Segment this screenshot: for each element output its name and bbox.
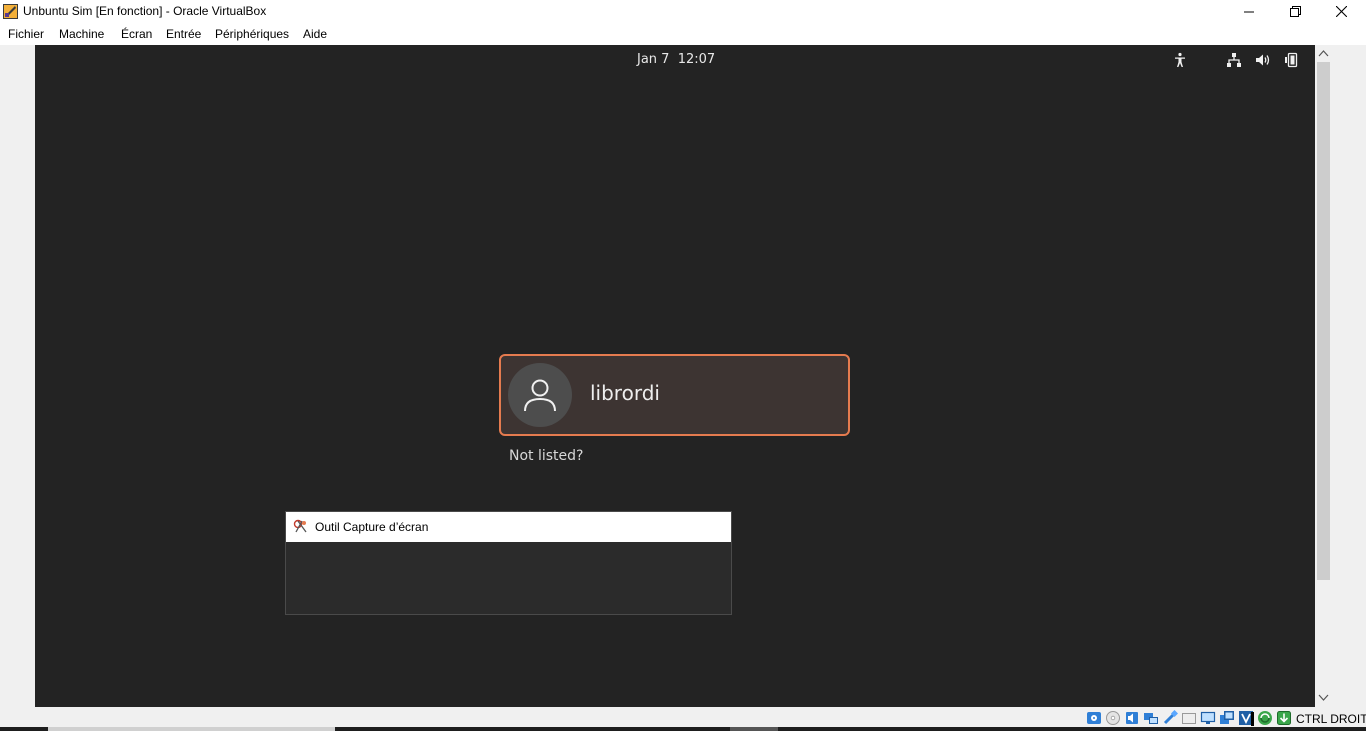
clock-time: 12:07 xyxy=(677,52,716,67)
network-icon[interactable] xyxy=(1226,52,1242,68)
scissors-icon xyxy=(293,519,310,535)
cpu-icon[interactable] xyxy=(1276,710,1292,726)
network-adapter-icon[interactable] xyxy=(1143,710,1159,726)
minimize-icon xyxy=(1244,11,1254,12)
scroll-down-icon[interactable] xyxy=(1318,692,1329,703)
virtualbox-icon xyxy=(3,4,18,19)
mouse-integration-icon[interactable] xyxy=(1257,710,1273,726)
accessibility-icon[interactable] xyxy=(1172,52,1188,68)
user-login-card[interactable]: librordi xyxy=(499,354,850,436)
close-icon xyxy=(1335,6,1347,17)
menu-aide[interactable]: Aide xyxy=(303,27,327,41)
window-title: Unbuntu Sim [En fonction] - Oracle Virtu… xyxy=(23,4,267,18)
host-key-label[interactable]: CTRL DROITE xyxy=(1296,712,1366,726)
vertical-scrollbar[interactable] xyxy=(1315,45,1332,707)
shared-folders-icon[interactable] xyxy=(1181,710,1197,726)
clock[interactable]: Jan 7 12:07 xyxy=(637,52,715,67)
minimize-button[interactable] xyxy=(1226,0,1272,23)
menu-machine[interactable]: Machine xyxy=(59,27,104,41)
scroll-up-icon[interactable] xyxy=(1318,48,1329,59)
avatar xyxy=(508,363,572,427)
virtualbox-window: Unbuntu Sim [En fonction] - Oracle Virtu… xyxy=(0,0,1366,731)
menu-bar: Fichier Machine Écran Entrée Périphériqu… xyxy=(0,23,1366,45)
not-listed-link[interactable]: Not listed? xyxy=(509,448,583,464)
close-button[interactable] xyxy=(1318,0,1364,23)
taskbar-edge-highlight xyxy=(730,727,778,731)
menu-ecran[interactable]: Écran xyxy=(121,27,152,41)
scrollbar-thumb[interactable] xyxy=(1317,62,1330,580)
optical-drive-icon[interactable] xyxy=(1105,710,1121,726)
restore-button[interactable] xyxy=(1272,0,1318,23)
snipping-tool-title: Outil Capture d’écran xyxy=(315,520,429,534)
volume-icon[interactable] xyxy=(1255,52,1271,68)
guest-screen[interactable]: Jan 7 12:07 librordi Not listed? Outil C… xyxy=(35,45,1315,707)
snipping-tool-titlebar[interactable]: Outil Capture d’écran xyxy=(286,512,731,542)
vm-icon[interactable] xyxy=(1238,710,1254,726)
user-name: librordi xyxy=(590,381,660,405)
snipping-tool-window[interactable]: Outil Capture d’écran xyxy=(285,511,732,615)
restore-icon xyxy=(1289,6,1301,17)
audio-icon[interactable] xyxy=(1124,710,1140,726)
display-icon[interactable] xyxy=(1200,710,1216,726)
user-avatar-icon xyxy=(524,379,556,412)
usb-icon[interactable] xyxy=(1162,709,1179,726)
menu-peripheriques[interactable]: Périphériques xyxy=(215,27,289,41)
recording-icon[interactable] xyxy=(1219,710,1235,726)
title-bar: Unbuntu Sim [En fonction] - Oracle Virtu… xyxy=(0,0,1366,23)
taskbar-edge-highlight xyxy=(48,727,335,731)
clock-date: Jan 7 xyxy=(637,52,670,67)
battery-icon[interactable] xyxy=(1284,52,1300,68)
menu-fichier[interactable]: Fichier xyxy=(8,27,44,41)
hard-disk-icon[interactable] xyxy=(1086,710,1102,726)
menu-entree[interactable]: Entrée xyxy=(166,27,201,41)
